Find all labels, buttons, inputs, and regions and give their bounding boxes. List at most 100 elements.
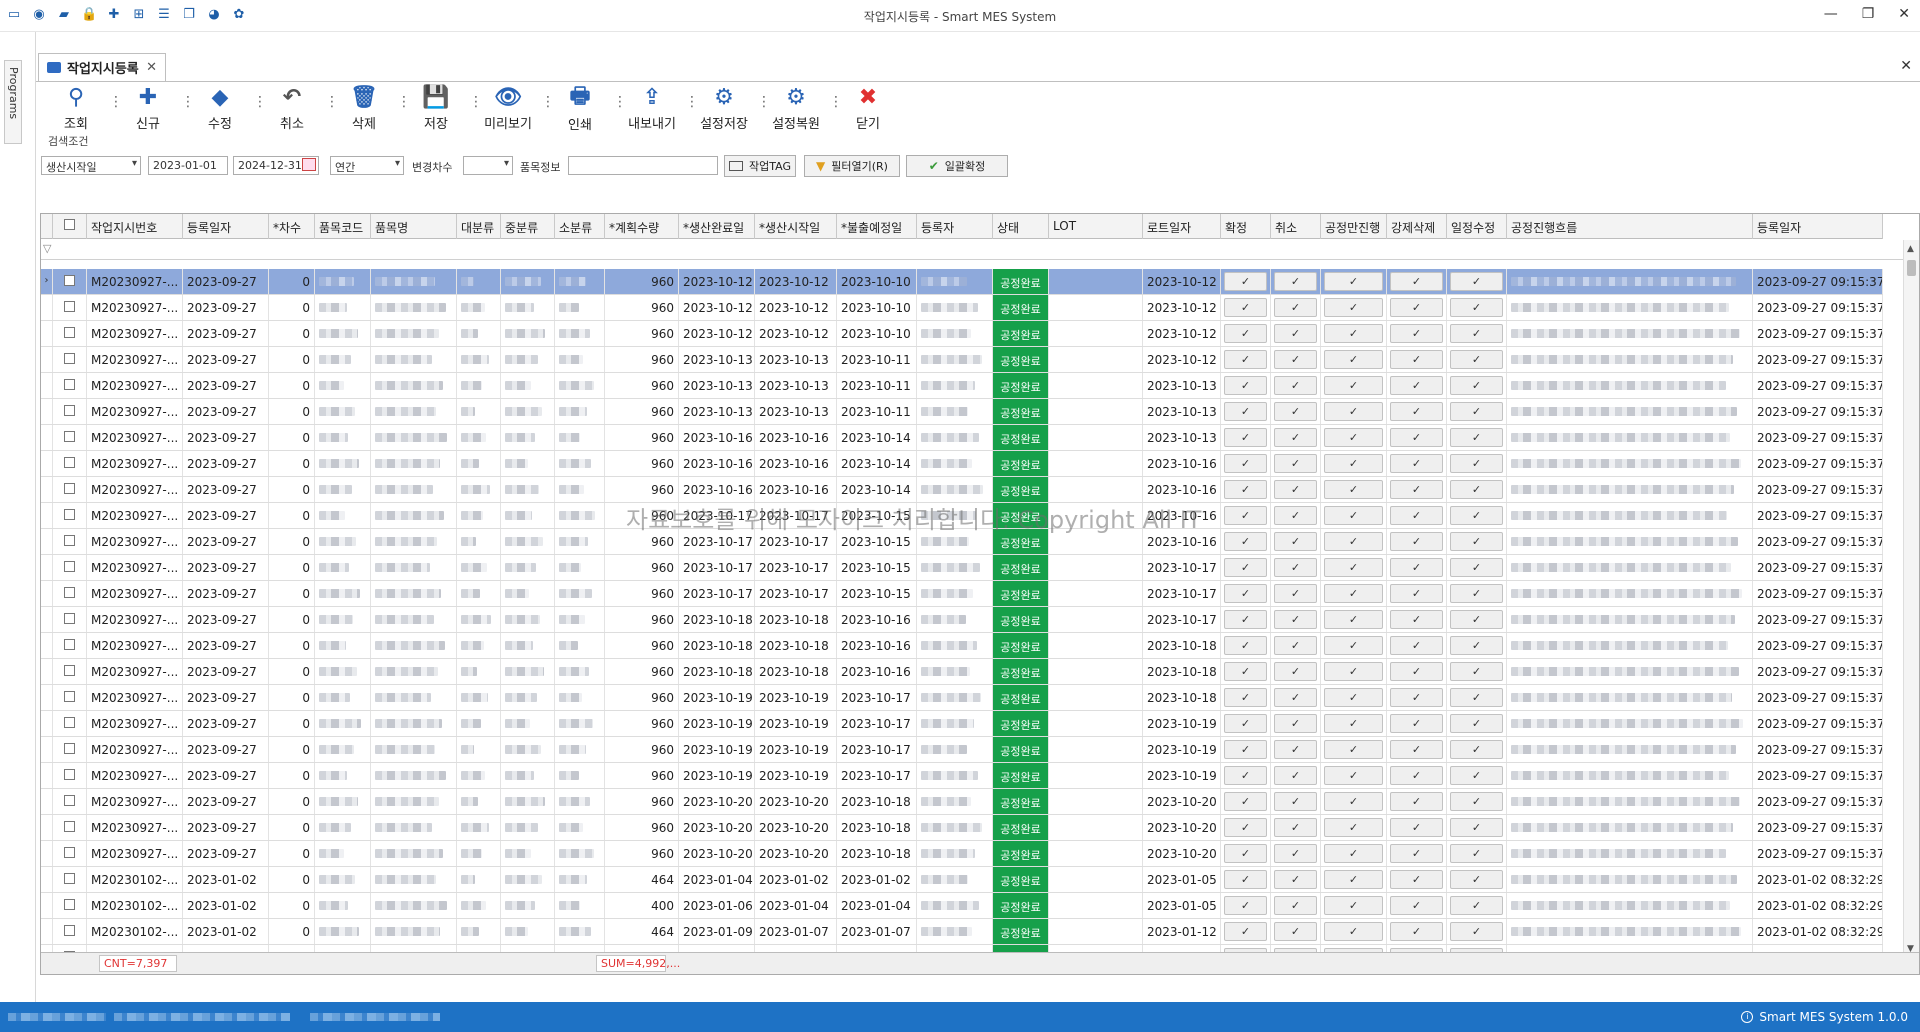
column-header[interactable]: 공정만진행 [1321, 214, 1387, 239]
action-check-button[interactable]: ✓ [1450, 350, 1503, 369]
table-row[interactable]: M20230927-... 2023-09-27 0 960 2023-10-12 202… [41, 295, 1883, 321]
action-check-button[interactable]: ✓ [1224, 402, 1267, 421]
action-check-button[interactable]: ✓ [1324, 532, 1383, 551]
action-check-button[interactable]: ✓ [1324, 662, 1383, 681]
column-header[interactable]: 로트일자 [1143, 214, 1221, 239]
action-check-button[interactable]: ✓ [1450, 636, 1503, 655]
row-checkbox[interactable] [64, 301, 75, 312]
action-check-button[interactable]: ✓ [1324, 610, 1383, 629]
search-button[interactable]: ⚲ 조회 [40, 84, 112, 132]
action-check-button[interactable]: ✓ [1450, 766, 1503, 785]
table-row[interactable]: M20230927-... 2023-09-27 0 960 2023-10-18 202… [41, 633, 1883, 659]
export-button[interactable]: ⇪ 내보내기 [616, 84, 688, 132]
action-check-button[interactable]: ✓ [1274, 688, 1317, 707]
table-row[interactable]: M20230927-... 2023-09-27 0 960 2023-10-19 202… [41, 711, 1883, 737]
action-check-button[interactable]: ✓ [1450, 584, 1503, 603]
action-check-button[interactable]: ✓ [1450, 298, 1503, 317]
action-check-button[interactable]: ✓ [1274, 324, 1317, 343]
action-check-button[interactable]: ✓ [1390, 844, 1443, 863]
column-header[interactable]: 품목코드 [315, 214, 371, 239]
action-check-button[interactable]: ✓ [1274, 272, 1317, 291]
table-row[interactable]: M20230927-... 2023-09-27 0 960 2023-10-19 202… [41, 737, 1883, 763]
close-button[interactable]: ✖ 닫기 [832, 84, 904, 132]
action-check-button[interactable]: ✓ [1224, 714, 1267, 733]
column-header[interactable]: 품목명 [371, 214, 457, 239]
column-header[interactable]: *생산시작일 [755, 214, 837, 239]
action-check-button[interactable]: ✓ [1324, 428, 1383, 447]
action-check-button[interactable]: ✓ [1324, 402, 1383, 421]
action-check-button[interactable]: ✓ [1324, 870, 1383, 889]
action-check-button[interactable]: ✓ [1224, 688, 1267, 707]
action-check-button[interactable]: ✓ [1224, 792, 1267, 811]
action-check-button[interactable]: ✓ [1450, 714, 1503, 733]
action-check-button[interactable]: ✓ [1450, 740, 1503, 759]
row-checkbox[interactable] [64, 743, 75, 754]
row-checkbox[interactable] [64, 613, 75, 624]
column-header[interactable]: 공정진행흐름 [1507, 214, 1753, 239]
action-check-button[interactable]: ✓ [1450, 870, 1503, 889]
action-check-button[interactable]: ✓ [1324, 688, 1383, 707]
table-row[interactable]: M20230102-... 2023-01-02 0 464 2023-01-09 202… [41, 919, 1883, 945]
action-check-button[interactable]: ✓ [1390, 428, 1443, 447]
programs-tab[interactable]: Programs [4, 60, 22, 144]
table-row[interactable]: M20230927-... 2023-09-27 0 960 2023-10-16 202… [41, 477, 1883, 503]
action-check-button[interactable]: ✓ [1324, 896, 1383, 915]
action-check-button[interactable]: ✓ [1450, 506, 1503, 525]
action-check-button[interactable]: ✓ [1450, 376, 1503, 395]
row-checkbox[interactable] [64, 587, 75, 598]
action-check-button[interactable]: ✓ [1390, 402, 1443, 421]
tab-close-icon[interactable]: ✕ [146, 60, 157, 75]
action-check-button[interactable]: ✓ [1274, 714, 1317, 733]
row-checkbox[interactable] [64, 665, 75, 676]
row-checkbox[interactable] [64, 327, 75, 338]
save-settings-button[interactable]: ⚙ 설정저장 [688, 84, 760, 132]
column-header[interactable]: *계획수량 [605, 214, 679, 239]
action-check-button[interactable]: ✓ [1390, 324, 1443, 343]
action-check-button[interactable]: ✓ [1324, 584, 1383, 603]
action-check-button[interactable]: ✓ [1274, 662, 1317, 681]
action-check-button[interactable]: ✓ [1274, 610, 1317, 629]
action-check-button[interactable]: ✓ [1390, 610, 1443, 629]
table-row[interactable]: M20230927-... 2023-09-27 0 960 2023-10-19 202… [41, 685, 1883, 711]
calendar-icon[interactable] [302, 158, 316, 171]
column-header[interactable]: 등록일자 [1753, 214, 1883, 239]
action-check-button[interactable]: ✓ [1324, 766, 1383, 785]
column-header[interactable]: LOT [1049, 214, 1143, 239]
date-from-input[interactable]: 2023-01-01 [148, 156, 228, 175]
action-check-button[interactable]: ✓ [1390, 818, 1443, 837]
row-checkbox[interactable] [64, 431, 75, 442]
action-check-button[interactable]: ✓ [1274, 506, 1317, 525]
row-checkbox[interactable] [64, 483, 75, 494]
action-check-button[interactable]: ✓ [1274, 532, 1317, 551]
column-header[interactable]: 중분류 [501, 214, 555, 239]
action-check-button[interactable]: ✓ [1450, 896, 1503, 915]
column-header[interactable]: *차수 [269, 214, 315, 239]
column-header[interactable] [41, 214, 53, 239]
table-row[interactable]: M20230927-... 2023-09-27 0 960 2023-10-13 202… [41, 373, 1883, 399]
action-check-button[interactable]: ✓ [1450, 844, 1503, 863]
table-row[interactable]: M20230927-... 2023-09-27 0 960 2023-10-20 202… [41, 789, 1883, 815]
action-check-button[interactable]: ✓ [1324, 480, 1383, 499]
action-check-button[interactable]: ✓ [1274, 584, 1317, 603]
row-checkbox[interactable] [64, 769, 75, 780]
action-check-button[interactable]: ✓ [1450, 688, 1503, 707]
column-header[interactable]: 작업지시번호 [87, 214, 183, 239]
header-select-all[interactable] [53, 214, 87, 239]
action-check-button[interactable]: ✓ [1390, 350, 1443, 369]
grid-filter-row[interactable]: ▽ [41, 240, 1919, 260]
column-header[interactable]: 대분류 [457, 214, 501, 239]
save-button[interactable]: 💾 저장 [400, 84, 472, 132]
table-row[interactable]: M20230927-... 2023-09-27 0 960 2023-10-20 202… [41, 841, 1883, 867]
delete-button[interactable]: 🗑 삭제 [328, 84, 400, 132]
action-check-button[interactable]: ✓ [1224, 506, 1267, 525]
preview-button[interactable]: 👁 미리보기 [472, 84, 544, 132]
table-row[interactable]: M20230927-... 2023-09-27 0 960 2023-10-16 202… [41, 451, 1883, 477]
action-check-button[interactable]: ✓ [1274, 922, 1317, 941]
action-check-button[interactable]: ✓ [1274, 896, 1317, 915]
action-check-button[interactable]: ✓ [1390, 584, 1443, 603]
action-check-button[interactable]: ✓ [1390, 662, 1443, 681]
action-check-button[interactable]: ✓ [1274, 454, 1317, 473]
action-check-button[interactable]: ✓ [1224, 480, 1267, 499]
action-check-button[interactable]: ✓ [1450, 272, 1503, 291]
action-check-button[interactable]: ✓ [1274, 558, 1317, 577]
